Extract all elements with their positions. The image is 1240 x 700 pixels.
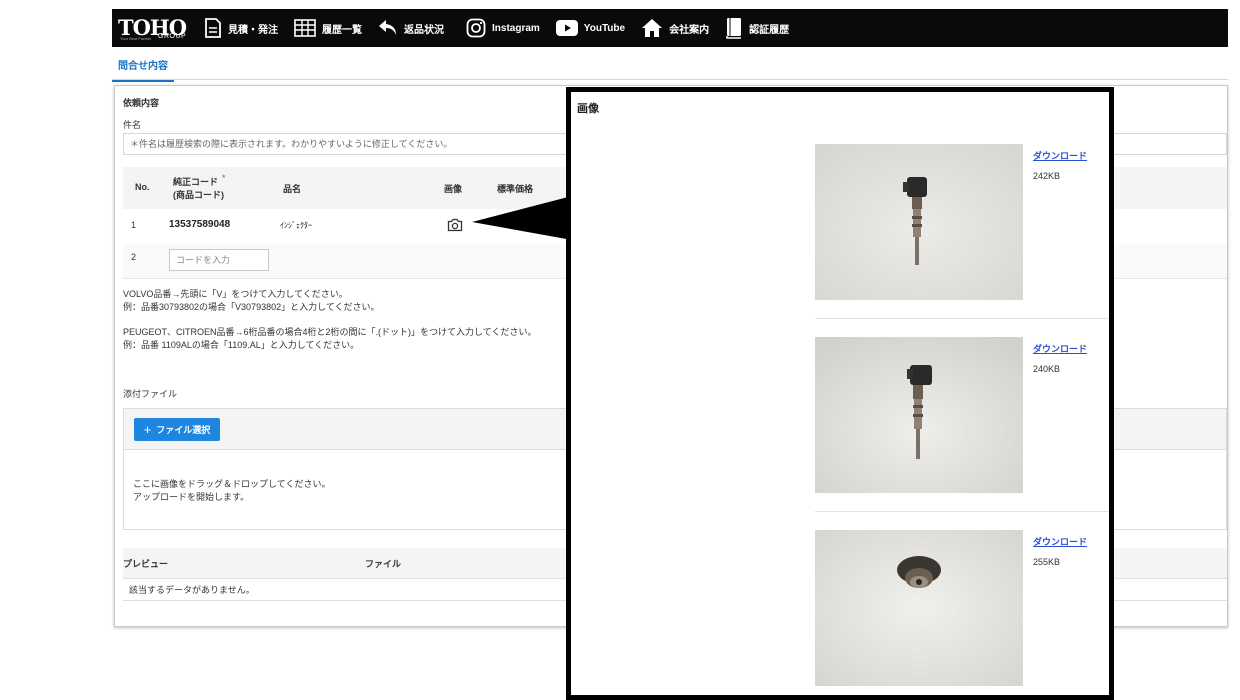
popup-title: 画像 [577, 103, 599, 115]
download-link[interactable]: ダウンロード [1033, 149, 1087, 162]
divider [815, 511, 1109, 512]
divider [815, 318, 1109, 319]
injector-photo [815, 530, 1023, 686]
injector-photo [815, 337, 1023, 493]
file-size: 255KB [1033, 557, 1061, 567]
injector-photo [815, 144, 1023, 300]
download-link[interactable]: ダウンロード [1033, 342, 1087, 355]
file-size: 242KB [1033, 171, 1061, 181]
image-popup: 画像 ダウンロード 242KB ダウンロード 240KB ダウンロード 255K… [566, 87, 1114, 700]
file-size: 240KB [1033, 364, 1061, 374]
download-link[interactable]: ダウンロード [1033, 535, 1087, 548]
